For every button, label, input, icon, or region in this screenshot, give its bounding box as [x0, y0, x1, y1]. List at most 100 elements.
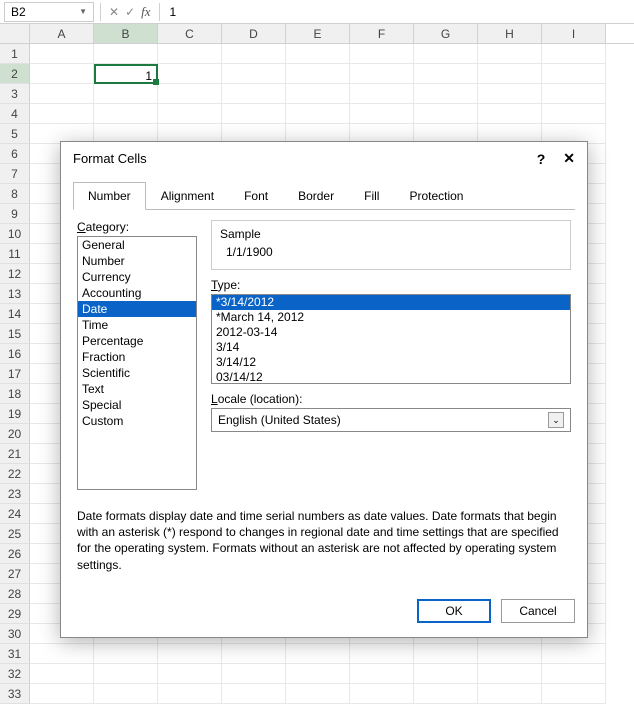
- column-header[interactable]: D: [222, 24, 286, 43]
- cell[interactable]: [30, 84, 94, 104]
- cell[interactable]: [286, 84, 350, 104]
- row-header[interactable]: 6: [0, 144, 30, 164]
- cell[interactable]: [414, 44, 478, 64]
- category-listbox[interactable]: GeneralNumberCurrencyAccountingDateTimeP…: [77, 236, 197, 490]
- row-header[interactable]: 4: [0, 104, 30, 124]
- category-item[interactable]: Currency: [78, 269, 196, 285]
- cell[interactable]: [542, 64, 606, 84]
- column-header[interactable]: A: [30, 24, 94, 43]
- name-box[interactable]: B2 ▼: [4, 2, 94, 22]
- column-header[interactable]: F: [350, 24, 414, 43]
- column-header[interactable]: B: [94, 24, 158, 43]
- cell[interactable]: [30, 664, 94, 684]
- cell[interactable]: 1: [94, 64, 158, 84]
- row-header[interactable]: 29: [0, 604, 30, 624]
- cell[interactable]: [222, 684, 286, 704]
- cell[interactable]: [286, 644, 350, 664]
- row-header[interactable]: 17: [0, 364, 30, 384]
- cell[interactable]: [158, 644, 222, 664]
- cell[interactable]: [542, 44, 606, 64]
- row-header[interactable]: 24: [0, 504, 30, 524]
- cell[interactable]: [158, 84, 222, 104]
- cell[interactable]: [542, 644, 606, 664]
- cell[interactable]: [158, 664, 222, 684]
- cell[interactable]: [222, 84, 286, 104]
- cell[interactable]: [158, 684, 222, 704]
- cell[interactable]: [350, 664, 414, 684]
- cell[interactable]: [542, 84, 606, 104]
- cell[interactable]: [30, 104, 94, 124]
- cell[interactable]: [350, 84, 414, 104]
- column-header[interactable]: G: [414, 24, 478, 43]
- row-header[interactable]: 11: [0, 244, 30, 264]
- tab-alignment[interactable]: Alignment: [146, 182, 229, 210]
- column-header[interactable]: I: [542, 24, 606, 43]
- category-item[interactable]: Number: [78, 253, 196, 269]
- row-header[interactable]: 26: [0, 544, 30, 564]
- row-header[interactable]: 7: [0, 164, 30, 184]
- row-header[interactable]: 9: [0, 204, 30, 224]
- cell[interactable]: [222, 44, 286, 64]
- category-item[interactable]: Fraction: [78, 349, 196, 365]
- category-item[interactable]: General: [78, 237, 196, 253]
- cell[interactable]: [30, 64, 94, 84]
- cell[interactable]: [222, 644, 286, 664]
- cell[interactable]: [94, 644, 158, 664]
- cell[interactable]: [542, 104, 606, 124]
- formula-input[interactable]: [162, 3, 634, 21]
- cancel-button[interactable]: Cancel: [501, 599, 575, 623]
- chevron-down-icon[interactable]: ⌄: [548, 412, 564, 428]
- cell[interactable]: [222, 64, 286, 84]
- row-header[interactable]: 1: [0, 44, 30, 64]
- row-header[interactable]: 8: [0, 184, 30, 204]
- tab-protection[interactable]: Protection: [394, 182, 478, 210]
- row-header[interactable]: 23: [0, 484, 30, 504]
- cell[interactable]: [414, 104, 478, 124]
- row-header[interactable]: 22: [0, 464, 30, 484]
- cell[interactable]: [414, 644, 478, 664]
- cell[interactable]: [414, 684, 478, 704]
- cell[interactable]: [414, 664, 478, 684]
- row-header[interactable]: 19: [0, 404, 30, 424]
- row-header[interactable]: 15: [0, 324, 30, 344]
- row-header[interactable]: 2: [0, 64, 30, 84]
- cell[interactable]: [30, 644, 94, 664]
- row-header[interactable]: 30: [0, 624, 30, 644]
- cell[interactable]: [286, 44, 350, 64]
- cell[interactable]: [158, 44, 222, 64]
- cell[interactable]: [94, 84, 158, 104]
- cell[interactable]: [30, 44, 94, 64]
- row-header[interactable]: 27: [0, 564, 30, 584]
- column-header[interactable]: H: [478, 24, 542, 43]
- cell[interactable]: [94, 664, 158, 684]
- dialog-titlebar[interactable]: Format Cells ? ✕: [61, 142, 587, 175]
- row-header[interactable]: 31: [0, 644, 30, 664]
- row-header[interactable]: 12: [0, 264, 30, 284]
- tab-border[interactable]: Border: [283, 182, 349, 210]
- cell[interactable]: [286, 64, 350, 84]
- cancel-icon[interactable]: ✕: [109, 5, 119, 19]
- cell[interactable]: [478, 664, 542, 684]
- cell[interactable]: [350, 44, 414, 64]
- cell[interactable]: [478, 84, 542, 104]
- cell[interactable]: [478, 64, 542, 84]
- row-header[interactable]: 10: [0, 224, 30, 244]
- row-header[interactable]: 25: [0, 524, 30, 544]
- locale-select[interactable]: English (United States) ⌄: [211, 408, 571, 432]
- cell[interactable]: [222, 664, 286, 684]
- help-icon[interactable]: ?: [537, 151, 546, 167]
- cell[interactable]: [158, 104, 222, 124]
- type-item[interactable]: 3/14/12: [212, 355, 570, 370]
- tab-font[interactable]: Font: [229, 182, 283, 210]
- category-item[interactable]: Text: [78, 381, 196, 397]
- cell[interactable]: [478, 684, 542, 704]
- cell[interactable]: [158, 64, 222, 84]
- cell[interactable]: [30, 684, 94, 704]
- cell[interactable]: [350, 644, 414, 664]
- cell[interactable]: [286, 684, 350, 704]
- row-header[interactable]: 5: [0, 124, 30, 144]
- select-all-corner[interactable]: [0, 24, 30, 43]
- cell[interactable]: [286, 104, 350, 124]
- cell[interactable]: [94, 44, 158, 64]
- row-header[interactable]: 14: [0, 304, 30, 324]
